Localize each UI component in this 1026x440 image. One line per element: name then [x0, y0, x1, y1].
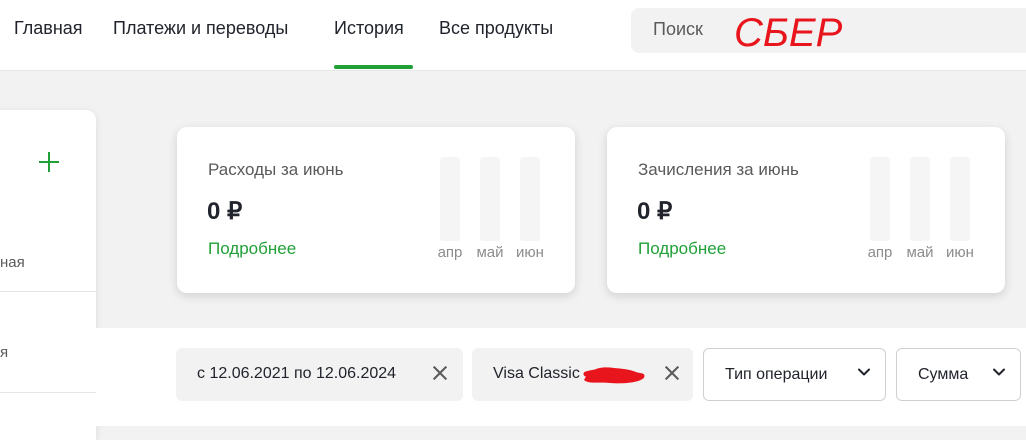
plus-icon[interactable] — [39, 152, 59, 172]
close-icon[interactable] — [432, 365, 448, 381]
left-divider — [0, 392, 96, 393]
month-label: июн — [516, 244, 544, 261]
handwritten-annotation: СБЕР — [734, 11, 843, 55]
month-bar — [910, 157, 930, 241]
left-item-label[interactable]: я — [0, 344, 8, 361]
month-label: май — [476, 244, 504, 261]
amount-label: Сумма — [918, 366, 969, 383]
chevron-down-icon — [858, 368, 870, 376]
nav-item-payments[interactable]: Платежи и переводы — [113, 18, 288, 39]
operation-type-dropdown[interactable]: Тип операции — [703, 348, 886, 401]
month-label: апр — [867, 244, 893, 261]
month-label: апр — [437, 244, 463, 261]
redaction-scribble — [583, 367, 645, 384]
annotation-text: СБЕР — [734, 11, 843, 55]
month-bar — [870, 157, 890, 241]
nav-item-history[interactable]: История — [334, 18, 404, 39]
date-range-chip[interactable]: с 12.06.2021 по 12.06.2024 — [176, 348, 463, 401]
active-tab-indicator — [334, 65, 413, 69]
card-amount: 0 ₽ — [637, 198, 673, 225]
operation-type-label: Тип операции — [725, 366, 828, 383]
income-card: Зачисления за июнь 0 ₽ Подробнее апр май… — [607, 127, 1005, 293]
card-title: Расходы за июнь — [208, 160, 344, 179]
search-input[interactable] — [653, 19, 733, 40]
details-link[interactable]: Подробнее — [208, 239, 296, 259]
card-filter-label: Visa Classic — [493, 365, 580, 382]
amount-dropdown[interactable]: Сумма — [896, 348, 1021, 401]
chevron-down-icon — [993, 368, 1005, 376]
month-bar — [480, 157, 500, 241]
top-navigation: Главная Платежи и переводы История Все п… — [0, 0, 1026, 71]
month-bar — [520, 157, 540, 241]
month-bar — [950, 157, 970, 241]
expenses-card: Расходы за июнь 0 ₽ Подробнее апр май ию… — [177, 127, 575, 293]
card-amount: 0 ₽ — [207, 198, 243, 225]
left-item-label[interactable]: ная — [0, 254, 25, 271]
nav-item-main[interactable]: Главная — [14, 18, 83, 39]
card-title: Зачисления за июнь — [638, 160, 799, 179]
date-range-label: с 12.06.2021 по 12.06.2024 — [197, 365, 397, 382]
left-divider — [0, 291, 96, 292]
details-link[interactable]: Подробнее — [638, 239, 726, 259]
card-filter-chip[interactable]: Visa Classic — [472, 348, 693, 401]
month-label: июн — [946, 244, 974, 261]
month-label: май — [906, 244, 934, 261]
close-icon[interactable] — [664, 365, 680, 381]
nav-item-all-products[interactable]: Все продукты — [439, 18, 553, 39]
month-bar — [440, 157, 460, 241]
